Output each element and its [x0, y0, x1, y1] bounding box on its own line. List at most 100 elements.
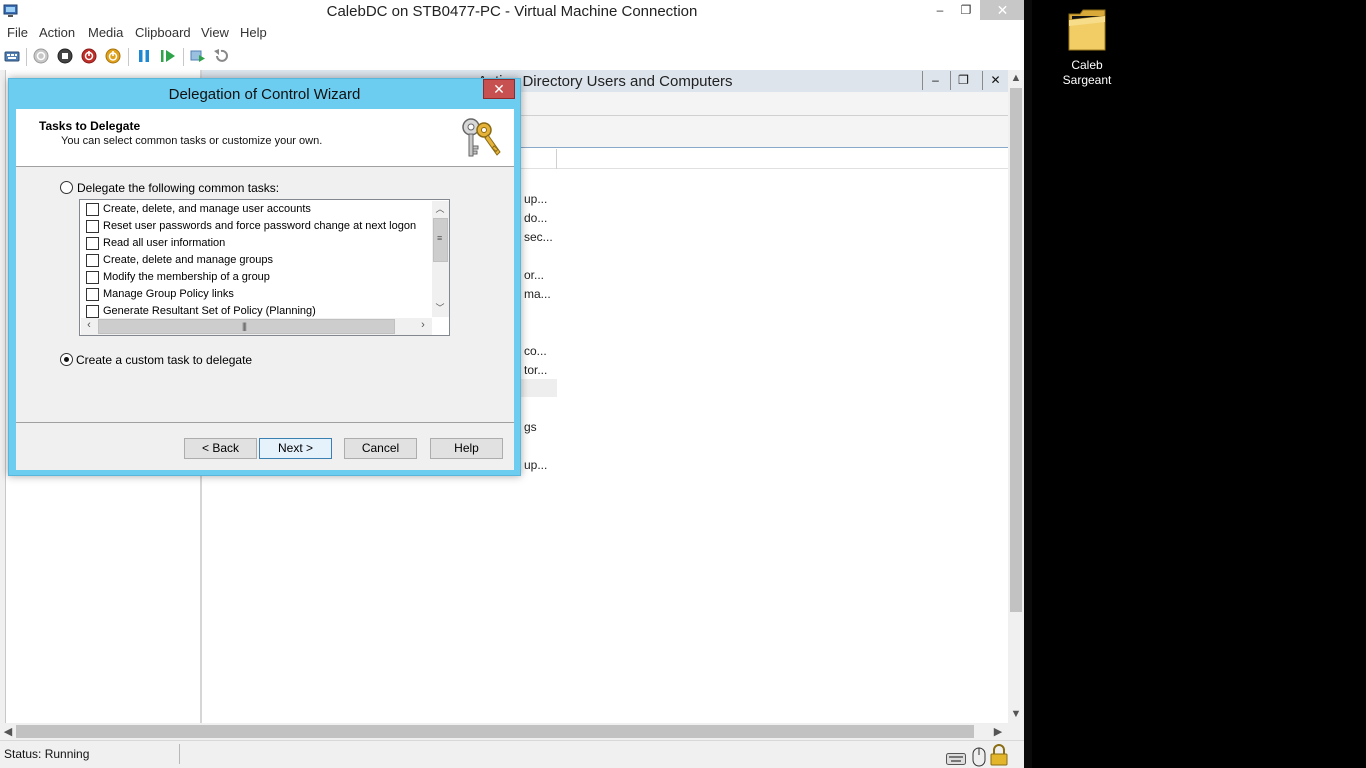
next-button[interactable]: Next > — [259, 438, 332, 459]
column-separator[interactable] — [556, 149, 557, 169]
task-label: Reset user passwords and force password … — [103, 220, 417, 232]
toolbar-separator — [26, 48, 27, 66]
toolbar-separator — [128, 48, 129, 66]
description-cell[interactable]: ma... — [524, 287, 551, 301]
vm-connection-window: CalebDC on STB0477-PC - Virtual Machine … — [0, 0, 1024, 768]
common-tasks-list[interactable]: Create, delete, and manage user accounts… — [79, 199, 450, 336]
ctrl-alt-del-icon[interactable] — [4, 48, 20, 64]
folder-label: Caleb Sargeant — [1048, 58, 1126, 88]
vm-window-title: CalebDC on STB0477-PC - Virtual Machine … — [326, 3, 698, 20]
lock-icon — [990, 744, 1008, 766]
aduc-close-button[interactable]: ✕ — [982, 71, 1008, 90]
aduc-restore-button[interactable]: ❐ — [950, 71, 976, 90]
chevron-right-icon[interactable]: › — [415, 319, 431, 331]
menu-media[interactable]: Media — [88, 25, 123, 40]
scroll-left-arrow-icon[interactable]: ◀ — [0, 725, 16, 738]
host-window-edge — [1024, 0, 1032, 768]
status-separator — [179, 744, 180, 764]
cancel-button[interactable]: Cancel — [344, 438, 417, 459]
aduc-tree-pane[interactable] — [6, 480, 202, 723]
turn-off-icon[interactable] — [57, 48, 73, 64]
keyboard-icon — [946, 753, 966, 765]
vm-titlebar[interactable]: CalebDC on STB0477-PC - Virtual Machine … — [0, 0, 1024, 23]
help-button[interactable]: Help — [430, 438, 503, 459]
task-list-vertical-scrollbar[interactable]: ︿ ≡ ﹀ — [432, 201, 449, 317]
vm-restore-button[interactable]: ❐ — [953, 0, 979, 20]
task-label: Create, delete and manage groups — [103, 254, 274, 266]
wizard-page-subtitle: You can select common tasks or customize… — [61, 135, 323, 147]
start-icon[interactable] — [33, 48, 49, 64]
mouse-icon — [972, 747, 986, 767]
folder-label-line: Caleb — [1071, 58, 1103, 72]
vm-status-text: Status: Running — [4, 747, 90, 761]
menu-action[interactable]: Action — [39, 25, 75, 40]
task-checkbox[interactable] — [86, 203, 99, 216]
task-checkbox[interactable] — [86, 288, 99, 301]
description-cell[interactable]: up... — [524, 192, 547, 206]
task-list-horizontal-scrollbar[interactable]: ‹ ||| › — [81, 318, 432, 335]
description-cell[interactable]: tor... — [524, 363, 547, 377]
vm-statusbar: Status: Running — [0, 740, 1024, 768]
guest-vertical-scrollbar[interactable]: ▲ ▼ — [1008, 70, 1024, 723]
scroll-thumb[interactable] — [16, 725, 974, 738]
description-cell[interactable]: gs — [524, 420, 537, 434]
vm-close-button[interactable]: ✕ — [980, 0, 1024, 20]
description-cell[interactable]: do... — [524, 211, 547, 225]
wizard-page-title: Tasks to Delegate — [39, 119, 141, 133]
chevron-up-icon[interactable]: ︿ — [432, 202, 448, 215]
custom-task-label[interactable]: Create a custom task to delegate — [76, 353, 252, 367]
shut-down-icon[interactable] — [81, 48, 97, 64]
scroll-thumb[interactable] — [1010, 88, 1022, 612]
footer-divider — [16, 422, 514, 423]
task-checkbox[interactable] — [86, 220, 99, 233]
snapshot-icon[interactable] — [190, 48, 206, 64]
task-checkbox[interactable] — [86, 237, 99, 250]
revert-icon[interactable] — [213, 48, 229, 64]
scroll-up-arrow-icon[interactable]: ▲ — [1008, 72, 1024, 84]
chevron-left-icon[interactable]: ‹ — [81, 319, 97, 331]
chevron-down-icon[interactable]: ﹀ — [432, 301, 448, 314]
task-checkbox[interactable] — [86, 305, 99, 318]
desktop-folder-shortcut[interactable]: Caleb Sargeant — [1058, 6, 1116, 90]
guest-horizontal-scrollbar[interactable]: ◀ ▶ — [0, 723, 1008, 740]
task-label: Modify the membership of a group — [103, 271, 270, 283]
wizard-header: Tasks to Delegate You can select common … — [16, 109, 514, 167]
wizard-title: Delegation of Control Wizard — [168, 86, 361, 103]
description-cell[interactable]: up... — [524, 458, 547, 472]
task-label: Manage Group Policy links — [103, 288, 234, 300]
folder-label-line: Sargeant — [1062, 73, 1112, 87]
aduc-minimize-button[interactable]: – — [922, 71, 948, 90]
custom-task-radio[interactable] — [60, 353, 73, 366]
menu-view[interactable]: View — [201, 25, 229, 40]
scroll-right-arrow-icon[interactable]: ▶ — [990, 725, 1006, 738]
keys-icon — [462, 118, 501, 157]
menu-file[interactable]: File — [7, 25, 28, 40]
description-cell[interactable]: sec... — [524, 230, 553, 244]
vm-menubar: File Action Media Clipboard View Help — [0, 23, 1024, 43]
task-checkbox[interactable] — [86, 254, 99, 267]
folder-icon — [1068, 9, 1106, 51]
description-cell[interactable]: co... — [524, 344, 547, 358]
menu-help[interactable]: Help — [240, 25, 267, 40]
resume-icon[interactable] — [160, 48, 176, 64]
toolbar-separator — [183, 48, 184, 66]
wizard-close-button[interactable]: ✕ — [483, 79, 515, 99]
scroll-thumb[interactable]: ≡ — [433, 218, 448, 262]
wizard-body: Tasks to Delegate You can select common … — [16, 109, 514, 470]
task-label: Create, delete, and manage user accounts — [103, 203, 311, 215]
task-label: Generate Resultant Set of Policy (Planni… — [103, 305, 316, 317]
menu-clipboard[interactable]: Clipboard — [135, 25, 191, 40]
vm-toolbar — [0, 43, 1024, 70]
scroll-thumb[interactable]: ||| — [98, 319, 395, 334]
vm-minimize-button[interactable]: – — [927, 0, 953, 20]
save-icon[interactable] — [105, 48, 121, 64]
task-label: Read all user information — [103, 237, 226, 249]
delegation-wizard-dialog: Delegation of Control Wizard ✕ Tasks to … — [8, 78, 521, 476]
back-button[interactable]: < Back — [184, 438, 257, 459]
delegate-common-tasks-radio[interactable] — [60, 181, 73, 194]
task-checkbox[interactable] — [86, 271, 99, 284]
delegate-common-tasks-label[interactable]: Delegate the following common tasks: — [77, 181, 279, 195]
description-cell[interactable]: or... — [524, 268, 544, 282]
scroll-down-arrow-icon[interactable]: ▼ — [1008, 708, 1024, 720]
pause-icon[interactable] — [136, 48, 152, 64]
